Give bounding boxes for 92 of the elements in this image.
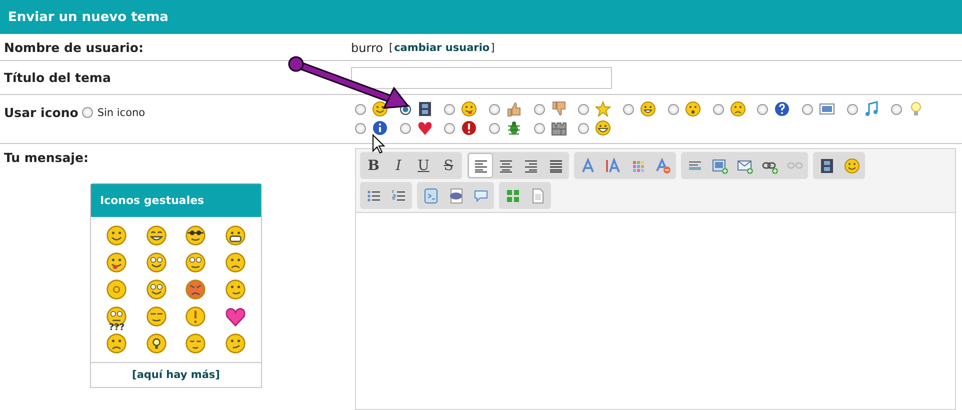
php-icon	[448, 188, 464, 204]
more-emoticons-link[interactable]: [aquí hay más]	[132, 369, 220, 381]
film-icon	[416, 101, 433, 117]
confused-face-icon[interactable]	[106, 333, 128, 354]
radio-label: Sin icono	[97, 106, 146, 118]
align-center-icon	[498, 158, 514, 174]
field-label: Tu mensaje:	[4, 150, 90, 165]
field-label: Nombre de usuario:	[3, 40, 145, 55]
code-scroll-icon	[422, 188, 438, 204]
remove-format-icon	[654, 158, 670, 174]
radio-button[interactable]	[578, 122, 590, 134]
smiley-icon[interactable]	[185, 252, 206, 273]
italic-button[interactable]: I	[386, 153, 411, 178]
email-icon	[736, 158, 752, 174]
smirk-face-icon[interactable]	[224, 333, 246, 354]
title-input[interactable]	[351, 66, 612, 88]
header-title: Enviar un nuevo tema	[8, 10, 168, 24]
field-label: Título del tema	[3, 70, 112, 85]
sad-icon	[730, 101, 746, 117]
question-icon	[774, 101, 790, 117]
four-squares-icon	[504, 188, 520, 204]
strikethrough-button[interactable]: S	[436, 153, 461, 178]
sad-icon[interactable]	[224, 252, 246, 273]
bug-icon	[506, 120, 522, 136]
thumbs-up-icon	[506, 101, 522, 117]
heart-icon	[416, 120, 433, 136]
image-icon	[818, 101, 835, 117]
radio-button[interactable]	[489, 122, 500, 134]
winking-smiley-icon[interactable]	[224, 279, 246, 300]
field-label: Usar icono	[4, 105, 78, 120]
align-right-icon	[522, 158, 538, 174]
underline-button[interactable]: U	[411, 153, 436, 178]
document-icon	[530, 188, 546, 204]
brick-wall-icon	[550, 120, 567, 136]
surprised-icon	[684, 101, 701, 117]
bullet-list-icon	[366, 188, 382, 204]
smiley-icon	[844, 158, 860, 174]
sleepy-smiley-icon[interactable]	[185, 333, 206, 354]
radio-button[interactable]	[891, 104, 902, 114]
at-sign-icon[interactable]	[106, 279, 128, 300]
heart-icon[interactable]	[224, 306, 246, 327]
exclamation-icon	[461, 120, 478, 136]
tongue-smiley-icon[interactable]	[106, 252, 128, 273]
thumbs-down-icon	[550, 101, 567, 117]
info-icon	[372, 120, 388, 136]
music-note-icon	[864, 101, 880, 117]
grin-icon	[640, 101, 656, 117]
radio-button[interactable]	[534, 122, 545, 134]
film-icon	[818, 158, 834, 174]
radio-button[interactable]	[802, 104, 813, 114]
radio-button[interactable]	[489, 104, 500, 114]
radio-button[interactable]	[578, 104, 590, 114]
smiley-icon[interactable]	[146, 225, 167, 246]
radio-button[interactable]	[757, 104, 768, 114]
light-bulb-face-icon[interactable]	[146, 333, 167, 354]
bold-button[interactable]: B	[361, 153, 386, 178]
question-marks-text: ???	[108, 323, 125, 333]
smiley-icon[interactable]	[146, 252, 167, 273]
bracket-text: [	[388, 42, 394, 54]
star-icon	[595, 101, 612, 117]
radio-button[interactable]	[355, 122, 366, 134]
username-text: burro	[351, 40, 383, 54]
bracket-text: ]	[490, 42, 495, 54]
radio-button[interactable]	[444, 104, 456, 114]
panel-title: Iconos gestuales	[100, 194, 204, 207]
radio-button[interactable]	[82, 107, 94, 118]
insert-image-icon	[712, 158, 728, 174]
smiley-icon[interactable]	[106, 225, 128, 246]
radio-button[interactable]	[846, 104, 858, 114]
smiley-icon[interactable]	[146, 306, 167, 327]
grin-icon[interactable]	[224, 225, 246, 246]
radio-button[interactable]	[623, 104, 634, 114]
radio-button[interactable]	[355, 104, 366, 114]
tongue-smiley-icon	[461, 101, 478, 117]
radio-button[interactable]	[400, 122, 411, 134]
sunglasses-smiley-icon[interactable]	[185, 225, 206, 246]
radio-button[interactable]	[712, 104, 724, 114]
angel-smiley-icon[interactable]	[146, 279, 167, 300]
speech-bubble-icon	[472, 188, 488, 204]
angry-face-icon[interactable]	[185, 279, 206, 300]
radio-button[interactable]	[534, 104, 545, 114]
font-icon	[580, 158, 596, 174]
change-user-link[interactable]: cambiar usuario	[394, 42, 490, 54]
radio-button[interactable]	[668, 104, 679, 114]
big-grin-icon	[595, 120, 612, 136]
numbered-list-icon	[390, 188, 406, 204]
font-size-icon	[604, 158, 620, 174]
justify-icon	[548, 158, 564, 174]
exclamation-face-icon[interactable]	[185, 306, 206, 327]
radio-button[interactable]	[444, 122, 456, 134]
align-left-button[interactable]	[468, 153, 493, 178]
align-left-icon	[472, 158, 488, 174]
